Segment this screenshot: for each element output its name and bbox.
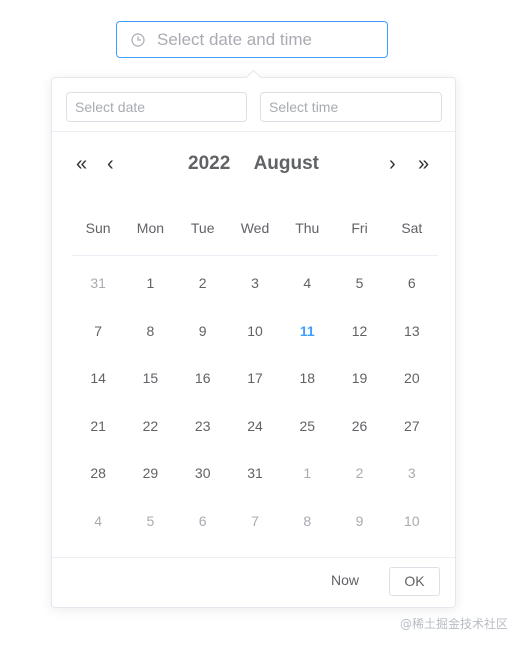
- prev-year-icon[interactable]: «: [76, 150, 87, 178]
- day-cell[interactable]: 6: [386, 260, 438, 308]
- prev-month-icon[interactable]: ‹: [107, 150, 114, 178]
- clock-icon: [131, 32, 145, 47]
- time-field[interactable]: Select time: [260, 92, 442, 122]
- now-button[interactable]: Now: [331, 572, 359, 588]
- day-cell[interactable]: 29: [124, 450, 176, 498]
- day-cell[interactable]: 30: [177, 450, 229, 498]
- day-cell[interactable]: 26: [333, 403, 385, 451]
- year-label[interactable]: 2022: [188, 153, 230, 174]
- date-field[interactable]: Select date: [66, 92, 247, 122]
- day-cell[interactable]: 10: [386, 498, 438, 546]
- day-cell[interactable]: 21: [72, 403, 124, 451]
- panel-footer: Now OK: [52, 557, 455, 607]
- next-year-icon[interactable]: »: [418, 150, 429, 178]
- day-cell[interactable]: 6: [177, 498, 229, 546]
- day-cell[interactable]: 24: [229, 403, 281, 451]
- weekday-label: Tue: [190, 220, 215, 236]
- day-grid: 31 1 2 3 4 5 6 7 8 9 10 11 12 13 14 15 16 17 18 19 20 21 22 23 2…: [72, 260, 438, 545]
- day-cell[interactable]: 5: [124, 498, 176, 546]
- day-cell[interactable]: 8: [124, 308, 176, 356]
- day-cell[interactable]: 28: [72, 450, 124, 498]
- day-cell[interactable]: 9: [177, 308, 229, 356]
- weekday-label: Mon: [136, 220, 165, 236]
- day-cell[interactable]: 20: [386, 355, 438, 403]
- weekday-header: Sun Mon Tue Wed Thu Fri Sat: [72, 220, 438, 256]
- panel-header: Select date Select time: [52, 78, 455, 132]
- day-cell[interactable]: 16: [177, 355, 229, 403]
- day-cell[interactable]: 15: [124, 355, 176, 403]
- week-row: 7 8 9 10 11 12 13: [72, 308, 438, 356]
- weekday-label: Sat: [401, 220, 423, 236]
- month-label[interactable]: August: [254, 153, 319, 174]
- day-cell[interactable]: 22: [124, 403, 176, 451]
- day-cell[interactable]: 1: [124, 260, 176, 308]
- day-cell[interactable]: 31: [72, 260, 124, 308]
- datetime-picker-panel: Select date Select time 2022 August « ‹ …: [51, 77, 456, 608]
- weekday-label: Wed: [240, 220, 270, 236]
- day-cell[interactable]: 27: [386, 403, 438, 451]
- day-cell[interactable]: 10: [229, 308, 281, 356]
- datetime-input[interactable]: Select date and time: [116, 21, 388, 58]
- day-cell[interactable]: 8: [281, 498, 333, 546]
- day-cell[interactable]: 1: [281, 450, 333, 498]
- calendar-nav: 2022 August « ‹ › »: [52, 150, 455, 178]
- day-cell[interactable]: 14: [72, 355, 124, 403]
- week-row: 4 5 6 7 8 9 10: [72, 498, 438, 546]
- weekday-label: Sun: [85, 220, 111, 236]
- week-row: 21 22 23 24 25 26 27: [72, 403, 438, 451]
- day-cell[interactable]: 4: [72, 498, 124, 546]
- day-cell[interactable]: 2: [177, 260, 229, 308]
- day-cell[interactable]: 5: [333, 260, 385, 308]
- day-cell[interactable]: 4: [281, 260, 333, 308]
- day-cell[interactable]: 25: [281, 403, 333, 451]
- day-cell[interactable]: 23: [177, 403, 229, 451]
- day-cell[interactable]: 17: [229, 355, 281, 403]
- day-cell[interactable]: 13: [386, 308, 438, 356]
- day-cell[interactable]: 9: [333, 498, 385, 546]
- week-row: 14 15 16 17 18 19 20: [72, 355, 438, 403]
- week-row: 31 1 2 3 4 5 6: [72, 260, 438, 308]
- week-row: 28 29 30 31 1 2 3: [72, 450, 438, 498]
- day-cell[interactable]: 7: [72, 308, 124, 356]
- datetime-input-placeholder: Select date and time: [157, 29, 312, 49]
- day-cell[interactable]: 18: [281, 355, 333, 403]
- day-cell[interactable]: 19: [333, 355, 385, 403]
- next-month-icon[interactable]: ›: [389, 150, 396, 178]
- day-cell[interactable]: 2: [333, 450, 385, 498]
- day-cell-today[interactable]: 11: [281, 308, 333, 356]
- day-cell[interactable]: 3: [229, 260, 281, 308]
- ok-button[interactable]: OK: [389, 567, 440, 596]
- weekday-label: Fri: [351, 220, 368, 236]
- day-cell[interactable]: 31: [229, 450, 281, 498]
- day-cell[interactable]: 7: [229, 498, 281, 546]
- day-cell[interactable]: 12: [333, 308, 385, 356]
- weekday-label: Thu: [295, 220, 320, 236]
- watermark: @稀土掘金技术社区: [399, 617, 508, 631]
- day-cell[interactable]: 3: [386, 450, 438, 498]
